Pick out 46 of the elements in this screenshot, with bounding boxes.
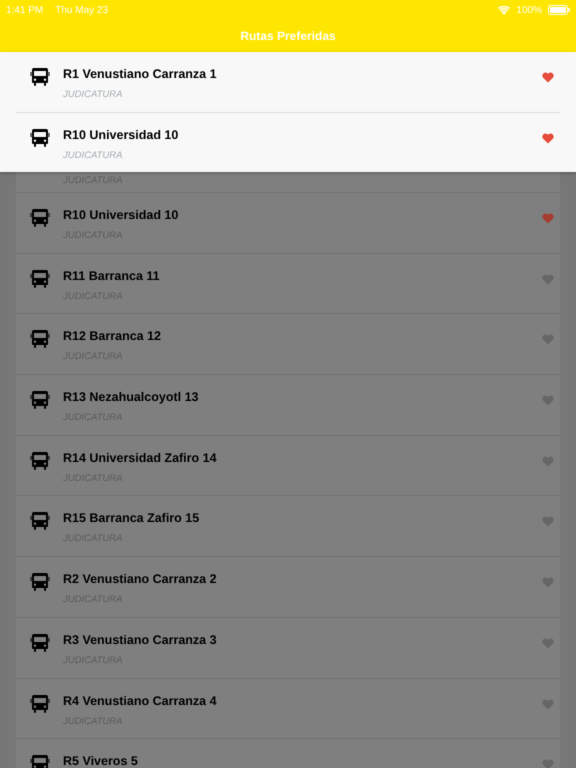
bus-icon: [30, 632, 50, 653]
heart-icon[interactable]: [542, 516, 554, 528]
bus-icon: [30, 268, 50, 289]
heart-icon[interactable]: [542, 638, 554, 649]
route-name: R13 Nezahualcoyotl 13: [63, 390, 200, 404]
route-name: R5 Viveros 5: [63, 754, 139, 768]
route-row[interactable]: R5 Viveros 5: [16, 738, 560, 768]
status-time: 1:41 PM: [6, 4, 44, 16]
route-name: R10 Universidad 10: [63, 208, 180, 222]
bus-icon: [30, 67, 50, 87]
route-name: R1 Venustiano Carranza 1: [63, 67, 218, 81]
status-date: Thu May 23: [55, 4, 108, 16]
bus-icon: [30, 329, 50, 350]
bus-icon: [30, 511, 50, 532]
route-name: R4 Venustiano Carranza 4: [63, 694, 218, 708]
route-name: R10 Universidad 10: [63, 128, 180, 142]
route-name: R3 Venustiano Carranza 3: [63, 632, 218, 647]
route-name: R2 Venustiano Carranza 2: [63, 572, 218, 586]
heart-icon[interactable]: [542, 72, 554, 83]
heart-icon[interactable]: [542, 133, 554, 144]
heart-icon[interactable]: [542, 456, 554, 467]
header-title: Rutas Preferidas: [240, 29, 336, 43]
heart-icon[interactable]: [542, 698, 554, 710]
bus-icon: [30, 694, 50, 714]
route-name: R11 Barranca 11: [63, 268, 161, 283]
battery-icon: [548, 5, 570, 15]
heart-icon[interactable]: [542, 334, 554, 346]
route-subtitle: JUDICATURA: [63, 150, 124, 161]
bus-icon: [30, 208, 50, 228]
heart-icon[interactable]: [542, 759, 554, 768]
route-name: R14 Universidad Zafiro 14: [63, 450, 218, 465]
bus-icon: [30, 128, 50, 148]
heart-icon[interactable]: [542, 213, 554, 224]
wifi-icon: [498, 6, 510, 14]
route-name: R12 Barranca 12: [63, 329, 162, 344]
bus-icon: [30, 572, 50, 592]
route-row[interactable]: R1 Venustiano Carranza 1 JUDICATURA: [16, 52, 560, 112]
bus-icon: [30, 754, 50, 768]
bus-icon: [30, 450, 50, 471]
route-subtitle: JUDICATURA: [63, 89, 124, 100]
heart-icon[interactable]: [542, 274, 554, 285]
route-name: R15 Barranca Zafiro 15: [63, 511, 200, 526]
heart-icon[interactable]: [542, 577, 554, 588]
heart-icon[interactable]: [542, 395, 554, 406]
battery-percent: 100%: [516, 4, 542, 16]
bus-icon: [30, 390, 50, 410]
